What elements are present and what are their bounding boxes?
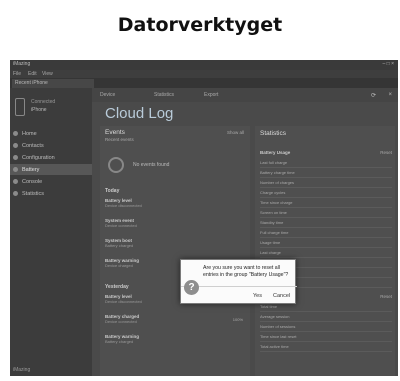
stats-row-label: Charge cycles bbox=[260, 190, 286, 195]
content-toolbar: Device Statistics Export ⟳ × bbox=[92, 88, 398, 102]
close-icon[interactable]: × bbox=[388, 92, 392, 98]
stats-row: Battery charge time bbox=[260, 169, 392, 178]
stats-row: Number of charges bbox=[260, 179, 392, 188]
stats-row-label: Total time bbox=[260, 304, 278, 309]
stats-row: Standby time bbox=[260, 219, 392, 228]
stats-row: Number of sessions bbox=[260, 323, 392, 332]
chart-icon bbox=[13, 191, 18, 196]
menu-file[interactable]: File bbox=[13, 71, 21, 77]
sidebar-item-home[interactable]: Home bbox=[10, 128, 92, 139]
sidebar: Connected iPhone Home Contacts Configura… bbox=[10, 88, 92, 376]
statistics-title: Statistics bbox=[260, 130, 287, 137]
reset-button[interactable]: Reset bbox=[380, 150, 392, 155]
events-title: Events bbox=[105, 129, 125, 136]
events-subtitle: Recent events bbox=[105, 137, 134, 142]
events-section-label: Yesterday bbox=[105, 284, 129, 290]
toolbar-export[interactable]: Export bbox=[204, 92, 218, 98]
stats-row: Time since last reset bbox=[260, 333, 392, 342]
sidebar-item-contacts[interactable]: Contacts bbox=[10, 140, 92, 151]
menu-edit[interactable]: Edit bbox=[28, 71, 37, 77]
yes-button[interactable]: Yes bbox=[253, 293, 262, 299]
confirm-dialog: Are you sure you want to reset all entri… bbox=[180, 259, 297, 304]
list-item[interactable]: Battery warning Battery charged bbox=[105, 334, 245, 344]
stats-row: Last charge bbox=[260, 249, 392, 258]
stats-row: Screen on time bbox=[260, 209, 392, 218]
device-status: Connected bbox=[31, 99, 56, 105]
events-panel: Events Recent events Show all No events … bbox=[100, 126, 250, 376]
tab-strip: Recent iPhone bbox=[10, 78, 398, 88]
stats-row-label: Time since last reset bbox=[260, 334, 297, 339]
stats-row-label: Average session bbox=[260, 314, 290, 319]
page-title: Cloud Log bbox=[105, 105, 174, 122]
question-icon: ? bbox=[184, 280, 199, 295]
stats-row-label: Total active time bbox=[260, 344, 289, 349]
cancel-button[interactable]: Cancel bbox=[273, 293, 290, 299]
stats-row: Total time bbox=[260, 303, 392, 312]
battery-icon bbox=[13, 167, 18, 172]
menu-bar: File Edit View bbox=[10, 70, 398, 78]
stats-row: Total active time bbox=[260, 343, 392, 352]
sidebar-item-statistics[interactable]: Statistics bbox=[10, 188, 92, 199]
refresh-icon[interactable]: ⟳ bbox=[371, 92, 376, 99]
stats-row: Usage time bbox=[260, 239, 392, 248]
stats-group-header: Battery Usage Reset bbox=[260, 150, 392, 155]
stats-row-label: Standby time bbox=[260, 220, 284, 225]
gear-icon bbox=[13, 155, 18, 160]
window-controls[interactable]: – □ × bbox=[383, 61, 395, 67]
toolbar-device[interactable]: Device bbox=[100, 92, 115, 98]
stats-row: Average session bbox=[260, 313, 392, 322]
title-bar: iMazing – □ × bbox=[10, 60, 398, 70]
stats-row-label: Battery charge time bbox=[260, 170, 295, 175]
stats-row-label: Usage time bbox=[260, 240, 281, 245]
menu-view[interactable]: View bbox=[42, 71, 53, 77]
sidebar-footer: iMazing bbox=[13, 367, 31, 373]
no-events-message: No events found bbox=[105, 156, 245, 176]
list-item[interactable]: Battery charged Device connected 100% bbox=[105, 314, 245, 324]
check-circle-icon bbox=[108, 157, 124, 173]
sidebar-item-console[interactable]: Console bbox=[10, 176, 92, 187]
stats-row-label: Screen on time bbox=[260, 210, 287, 215]
stats-row-label: Last full charge bbox=[260, 160, 288, 165]
list-item[interactable]: System boot Battery charged bbox=[105, 238, 245, 248]
page-heading: Datorverktyget bbox=[117, 14, 283, 36]
events-filter[interactable]: Show all bbox=[227, 130, 244, 135]
stats-row: Charge cycles bbox=[260, 189, 392, 198]
tab-device[interactable]: Recent iPhone bbox=[12, 79, 94, 88]
dialog-message: Are you sure you want to reset all entri… bbox=[203, 265, 289, 278]
list-item[interactable]: System event Device connected bbox=[105, 218, 245, 228]
sidebar-item-battery[interactable]: Battery bbox=[10, 164, 92, 175]
stats-row-label: Number of sessions bbox=[260, 324, 296, 329]
toolbar-statistics[interactable]: Statistics bbox=[154, 92, 174, 98]
stats-row: Last full charge bbox=[260, 159, 392, 168]
reset-button[interactable]: Reset bbox=[380, 294, 392, 299]
events-section-label: Today bbox=[105, 188, 120, 194]
device-name: iPhone bbox=[31, 107, 47, 113]
sidebar-item-configuration[interactable]: Configuration bbox=[10, 152, 92, 163]
console-icon bbox=[13, 179, 18, 184]
no-events-text: No events found bbox=[133, 162, 170, 168]
stats-row-label: Number of charges bbox=[260, 180, 295, 185]
home-icon bbox=[13, 131, 18, 136]
contacts-icon bbox=[13, 143, 18, 148]
device-card[interactable]: Connected iPhone bbox=[13, 96, 89, 118]
stats-row: Full charge time bbox=[260, 229, 392, 238]
statistics-panel: Statistics Battery Usage Reset Last full… bbox=[255, 126, 395, 376]
app-screenshot: iMazing – □ × File Edit View Recent iPho… bbox=[10, 60, 398, 376]
list-item[interactable]: Battery level Device disconnected bbox=[105, 198, 245, 208]
stats-row-label: Last charge bbox=[260, 250, 281, 255]
stats-row-label: Time since charge bbox=[260, 200, 293, 205]
stats-row-label: Full charge time bbox=[260, 230, 289, 235]
stats-row: Time since charge bbox=[260, 199, 392, 208]
phone-icon bbox=[15, 98, 25, 116]
window-title: iMazing bbox=[13, 61, 31, 67]
